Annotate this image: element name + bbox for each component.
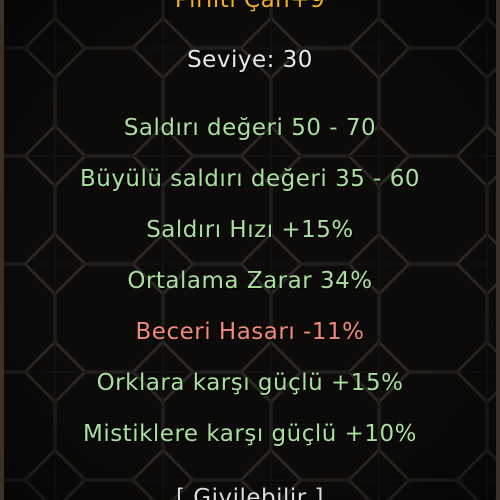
item-level: Seviye: 30 xyxy=(187,47,313,73)
item-name: Pırıltı Çan+9 xyxy=(174,0,326,13)
item-tooltip: Pırıltı Çan+9 Seviye: 30 Saldırı değeri … xyxy=(0,0,500,500)
stat-line-attack-speed: Saldırı Hızı +15% xyxy=(146,217,354,243)
stat-line-strong-vs-mystics: Mistiklere karşı güçlü +10% xyxy=(82,421,418,447)
stat-line-average-damage: Ortalama Zarar 34% xyxy=(127,268,373,294)
wearable-label: [ Giyilebilir ] xyxy=(175,485,325,500)
stat-line-strong-vs-orcs: Orklara karşı güçlü +15% xyxy=(96,370,404,396)
stat-line-attack-value: Saldırı değeri 50 - 70 xyxy=(123,115,377,141)
stat-line-magic-attack-value: Büyülü saldırı değeri 35 - 60 xyxy=(79,166,421,192)
stat-line-skill-damage: Beceri Hasarı -11% xyxy=(135,319,365,345)
